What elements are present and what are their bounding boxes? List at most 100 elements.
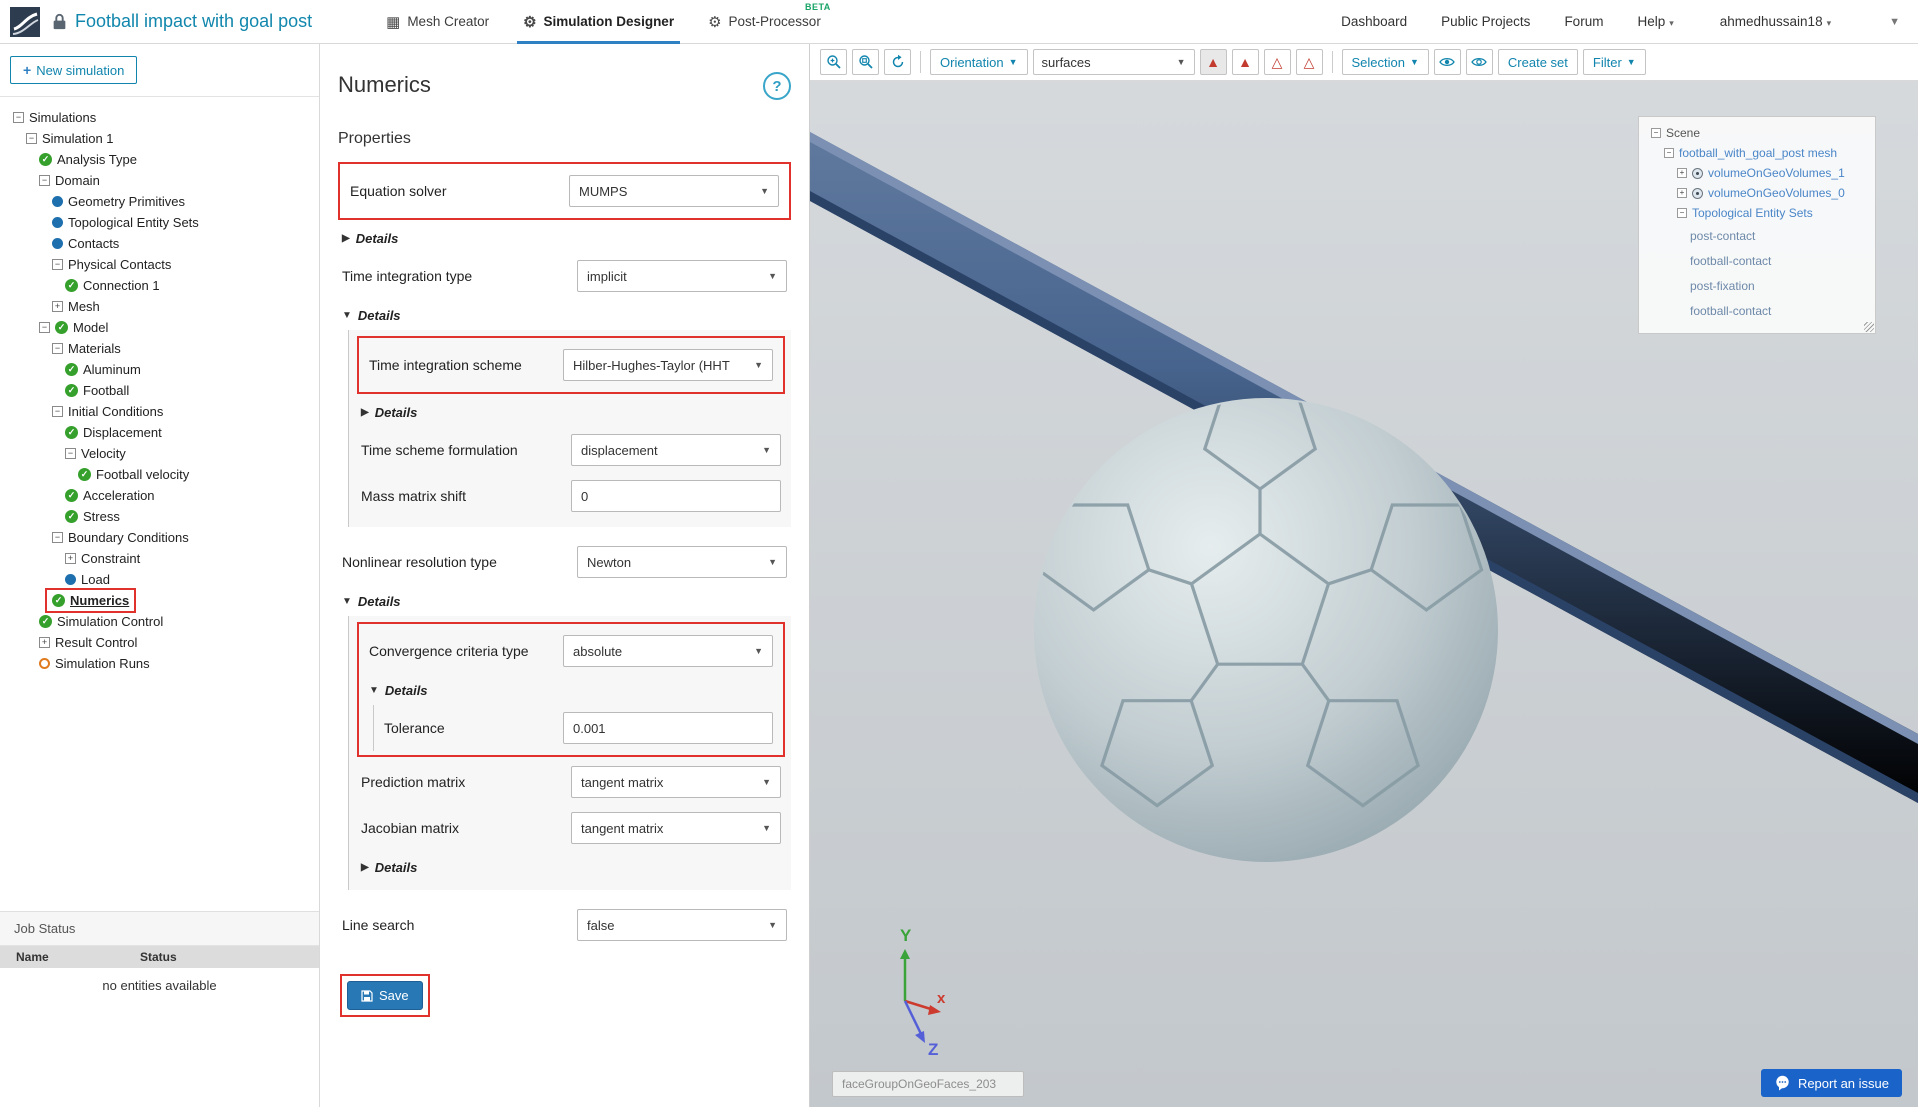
zoom-fit-button[interactable]: [852, 49, 879, 75]
expand-toggle-icon[interactable]: [1677, 188, 1687, 198]
jacobian-matrix-select[interactable]: tangent matrix ▼: [571, 812, 781, 844]
expand-toggle-icon[interactable]: [52, 301, 63, 312]
tree-item[interactable]: Stress: [60, 506, 125, 527]
time-integration-type-select[interactable]: implicit ▼: [577, 260, 787, 292]
expand-toggle-icon[interactable]: [1651, 128, 1661, 138]
scene-tree-item[interactable]: football-contact: [1690, 298, 1771, 323]
show-hide-button[interactable]: [1433, 49, 1461, 75]
tree-item[interactable]: Numerics: [44, 588, 137, 613]
expand-toggle-icon[interactable]: [13, 112, 24, 123]
expand-toggle-icon[interactable]: [39, 322, 50, 333]
expand-toggle-icon[interactable]: [52, 406, 63, 417]
nav-public-projects[interactable]: Public Projects: [1441, 14, 1530, 29]
scene-tree-item[interactable]: post-fixation: [1690, 273, 1755, 298]
expand-toggle-icon[interactable]: [1677, 208, 1687, 218]
tree-item[interactable]: Velocity: [60, 443, 131, 464]
nav-dashboard[interactable]: Dashboard: [1341, 14, 1407, 29]
expand-toggle-icon[interactable]: [1664, 148, 1674, 158]
tree-item[interactable]: Result Control: [34, 632, 142, 653]
new-simulation-button[interactable]: + New simulation: [10, 56, 138, 84]
tree-item[interactable]: Analysis Type: [34, 149, 142, 170]
expand-toggle-icon[interactable]: [65, 553, 76, 564]
scene-tree-overlay[interactable]: Scene football_with_goal_post mesh volum…: [1638, 116, 1876, 334]
tree-item[interactable]: Materials: [47, 338, 126, 359]
tree-item[interactable]: Model: [34, 317, 113, 338]
expand-toggle-icon[interactable]: [39, 637, 50, 648]
expand-toggle-icon[interactable]: [39, 175, 50, 186]
save-button[interactable]: Save: [347, 981, 423, 1010]
tree-item[interactable]: Initial Conditions: [47, 401, 168, 422]
show-all-button[interactable]: [1465, 49, 1493, 75]
selection-button[interactable]: Selection ▼: [1341, 49, 1429, 75]
scene-tree-item[interactable]: Scene: [1651, 123, 1700, 143]
tree-item[interactable]: Physical Contacts: [47, 254, 176, 275]
orientation-button[interactable]: Orientation ▼: [930, 49, 1028, 75]
tree-item[interactable]: Mesh: [47, 296, 105, 317]
zoom-in-button[interactable]: [820, 49, 847, 75]
details-toggle-expanded[interactable]: ▼ Details: [338, 299, 791, 330]
scene-tree-item[interactable]: Topological Entity Sets: [1677, 203, 1813, 223]
create-set-button[interactable]: Create set: [1497, 49, 1578, 75]
tree-item[interactable]: Load: [60, 569, 115, 590]
scene-tree-item[interactable]: post-contact: [1690, 223, 1755, 248]
tree-item[interactable]: Domain: [34, 170, 105, 191]
details-toggle-collapsed[interactable]: ▶ Details: [338, 222, 791, 253]
tab-simulation-designer[interactable]: ⚙ Simulation Designer: [511, 0, 686, 44]
tree-item[interactable]: Topological Entity Sets: [47, 212, 204, 233]
details-toggle-collapsed[interactable]: ▶ Details: [357, 851, 785, 882]
nav-help-menu[interactable]: Help ▾: [1637, 14, 1673, 29]
mass-matrix-shift-input[interactable]: [571, 480, 781, 512]
tree-item[interactable]: Simulation Control: [34, 611, 168, 632]
expand-toggle-icon[interactable]: [52, 259, 63, 270]
scene-tree-item[interactable]: football_with_goal_post mesh: [1664, 143, 1837, 163]
tree-item[interactable]: Simulation 1: [21, 128, 119, 149]
user-menu[interactable]: ahmedhussain18 ▾: [1720, 14, 1831, 29]
tree-item[interactable]: Connection 1: [60, 275, 165, 296]
tree-item[interactable]: Boundary Conditions: [47, 527, 194, 548]
line-search-select[interactable]: false ▼: [577, 909, 787, 941]
tree-item[interactable]: Aluminum: [60, 359, 146, 380]
mesh-quality-outline-button[interactable]: △: [1263, 49, 1291, 75]
tree-item[interactable]: Acceleration: [60, 485, 160, 506]
expand-toggle-icon[interactable]: [65, 448, 76, 459]
time-integration-scheme-select[interactable]: Hilber-Hughes-Taylor (HHT ▼: [563, 349, 773, 381]
expand-toggle-icon[interactable]: [26, 133, 37, 144]
face-group-label[interactable]: faceGroupOnGeoFaces_203: [832, 1071, 1024, 1097]
prediction-matrix-select[interactable]: tangent matrix ▼: [571, 766, 781, 798]
expand-toggle-icon[interactable]: [52, 532, 63, 543]
tree-item[interactable]: Simulations: [8, 107, 101, 128]
report-issue-button[interactable]: Report an issue: [1760, 1069, 1902, 1097]
expand-toggle-icon[interactable]: [52, 343, 63, 354]
filter-button[interactable]: Filter ▼: [1582, 49, 1646, 75]
tree-item[interactable]: Displacement: [60, 422, 167, 443]
tree-item[interactable]: Constraint: [60, 548, 145, 569]
tab-mesh-creator[interactable]: ▦ Mesh Creator: [374, 0, 501, 44]
details-toggle-collapsed[interactable]: ▶ Details: [357, 396, 785, 427]
window-chevron-down-icon[interactable]: ▼: [1889, 16, 1900, 28]
mesh-quality-outline2-button[interactable]: △: [1295, 49, 1323, 75]
scene-tree-item[interactable]: volumeOnGeoVolumes_0: [1677, 183, 1845, 203]
render-mode-select[interactable]: surfaces ▼: [1032, 49, 1195, 75]
nav-forum[interactable]: Forum: [1564, 14, 1603, 29]
mesh-quality-solid-button[interactable]: ▲: [1199, 49, 1227, 75]
tree-item[interactable]: Football: [60, 380, 134, 401]
help-button[interactable]: ?: [763, 72, 791, 100]
equation-solver-select[interactable]: MUMPS ▼: [569, 175, 779, 207]
reset-view-button[interactable]: [884, 49, 911, 75]
mesh-quality-solid2-button[interactable]: ▲: [1231, 49, 1259, 75]
tab-post-processor[interactable]: BETA ⚙ Post-Processor: [696, 0, 833, 44]
expand-toggle-icon[interactable]: [1677, 168, 1687, 178]
scene-tree-item[interactable]: volumeOnGeoVolumes_1: [1677, 163, 1845, 183]
scene-tree-item[interactable]: football-contact: [1690, 248, 1771, 273]
football-model[interactable]: [1034, 384, 1498, 862]
details-toggle-expanded[interactable]: ▼ Details: [365, 674, 777, 705]
details-toggle-expanded[interactable]: ▼ Details: [338, 585, 791, 616]
tree-item[interactable]: Geometry Primitives: [47, 191, 190, 212]
tree-item[interactable]: Football velocity: [73, 464, 194, 485]
tree-item[interactable]: Contacts: [47, 233, 124, 254]
tolerance-input[interactable]: [563, 712, 773, 744]
nonlinear-resolution-type-select[interactable]: Newton ▼: [577, 546, 787, 578]
tree-item[interactable]: Simulation Runs: [34, 653, 155, 674]
time-scheme-formulation-select[interactable]: displacement ▼: [571, 434, 781, 466]
convergence-criteria-type-select[interactable]: absolute ▼: [563, 635, 773, 667]
